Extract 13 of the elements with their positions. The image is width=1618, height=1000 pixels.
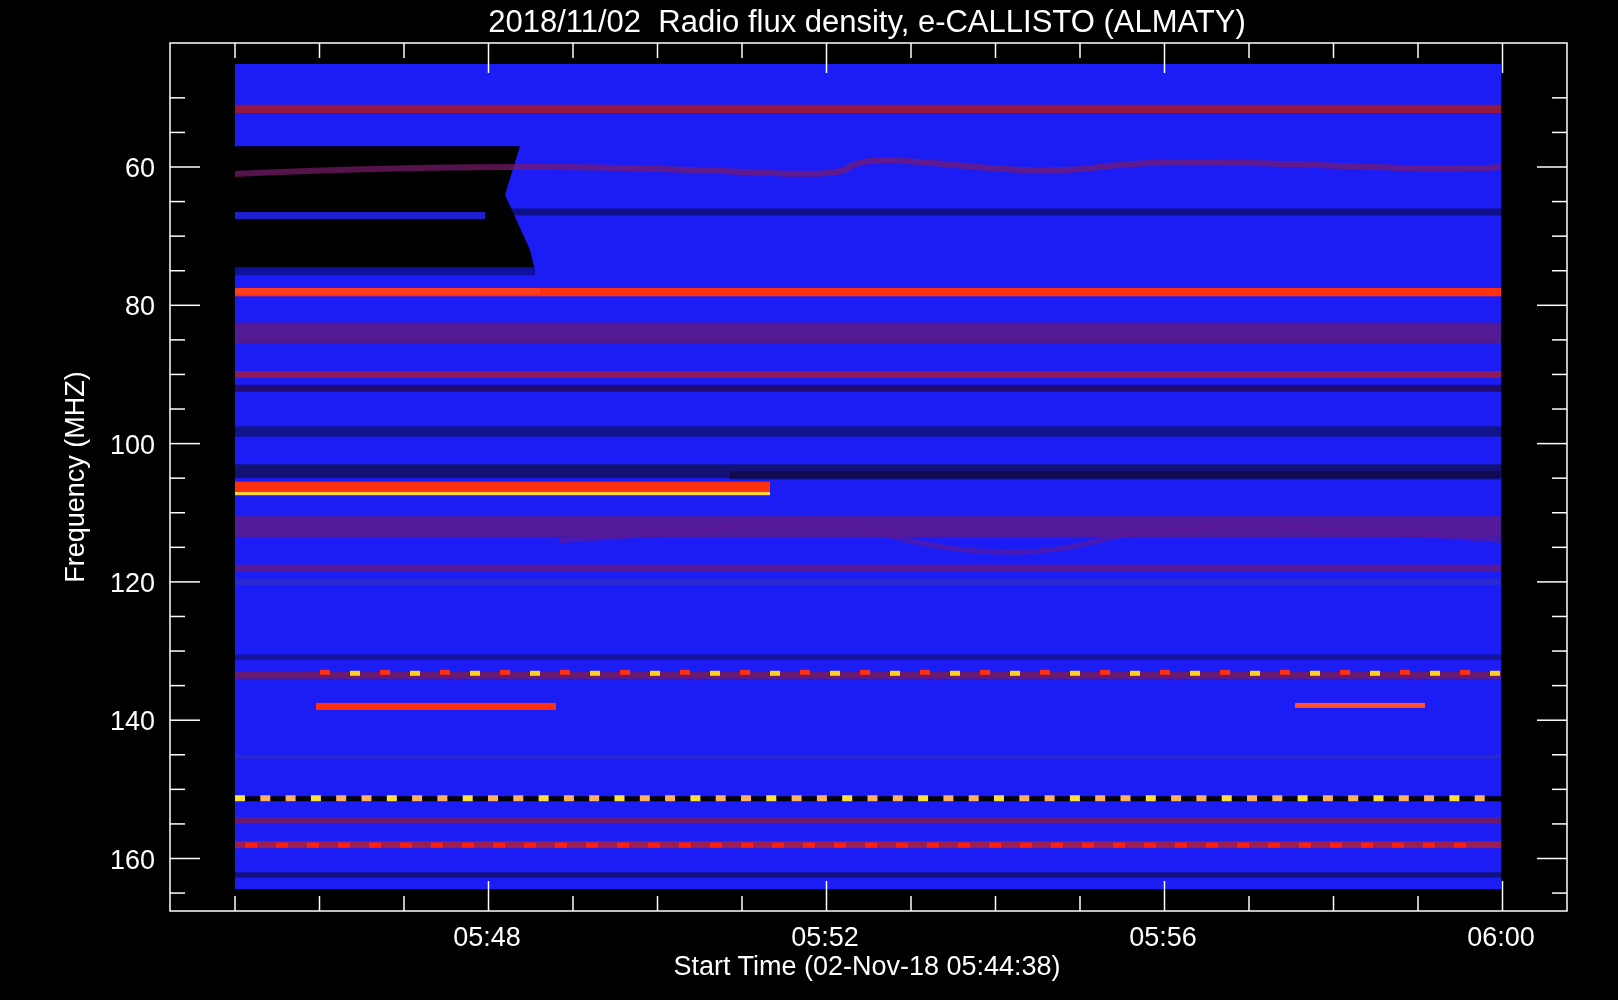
tick-label: 140 xyxy=(109,706,155,737)
axis-title: Frequency (MHZ) xyxy=(60,371,90,583)
tick-label: 05:52 xyxy=(791,922,859,952)
axis-title: Start Time (02-Nov-18 05:44:38) xyxy=(673,951,1061,981)
tick-label: 06:00 xyxy=(1467,922,1535,952)
tick-label: 100 xyxy=(109,429,155,460)
tick-label: 05:48 xyxy=(453,922,521,952)
tick-label: 120 xyxy=(109,567,155,598)
chart-title: 2018/11/02 Radio flux density, e-CALLISTO (ALMATY) xyxy=(488,4,1246,39)
tick-label: 05:56 xyxy=(1129,922,1197,952)
tick-label: 80 xyxy=(124,291,155,322)
tick-label: 160 xyxy=(109,844,155,875)
tick-label: 60 xyxy=(124,153,155,183)
